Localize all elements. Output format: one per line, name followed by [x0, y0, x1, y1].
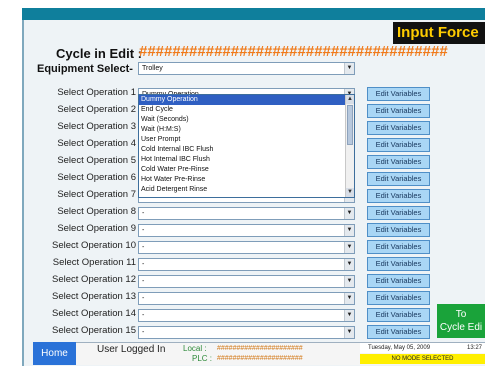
operation-5-label: Select Operation 5	[57, 155, 136, 166]
dropdown-option[interactable]: Wait (H:M:S)	[139, 125, 346, 135]
edit-variables-button-13[interactable]: Edit Variables	[367, 291, 430, 305]
operation-14-select[interactable]: - ▼	[138, 309, 355, 322]
dropdown-scrollbar[interactable]: ▲ ▼	[345, 95, 354, 197]
edit-variables-button-5[interactable]: Edit Variables	[367, 155, 430, 169]
operation-12-value: -	[142, 278, 145, 285]
edit-variables-button-1[interactable]: Edit Variables	[367, 87, 430, 101]
to-cycle-edit-line2: Cycle Edi	[439, 322, 483, 333]
to-cycle-edit-button[interactable]: To Cycle Edi	[437, 304, 485, 338]
equipment-select-value: Trolley	[142, 65, 163, 72]
dropdown-option[interactable]: Wait (Seconds)	[139, 115, 346, 125]
local-value: ######################	[217, 345, 303, 352]
edit-variables-button-10[interactable]: Edit Variables	[367, 240, 430, 254]
edit-variables-button-6[interactable]: Edit Variables	[367, 172, 430, 186]
operation-9-value: -	[142, 227, 145, 234]
dropdown-option[interactable]: User Prompt	[139, 135, 346, 145]
chevron-down-icon[interactable]: ▼	[344, 242, 354, 253]
local-label: Local :	[183, 344, 207, 353]
home-button[interactable]: Home	[33, 342, 76, 365]
chevron-down-icon[interactable]: ▼	[344, 276, 354, 287]
scroll-thumb[interactable]	[347, 105, 353, 145]
edit-variables-button-4[interactable]: Edit Variables	[367, 138, 430, 152]
operation-11-value: -	[142, 261, 145, 268]
chevron-down-icon[interactable]: ▼	[344, 225, 354, 236]
operation-15-select[interactable]: - ▼	[138, 326, 355, 339]
chevron-down-icon[interactable]: ▼	[344, 63, 354, 74]
date-time-display: Tuesday, May 05, 2009 13:27	[360, 343, 485, 353]
operation-15-label: Select Operation 15	[52, 325, 136, 336]
equipment-select-label: Equipment Select-	[37, 63, 133, 75]
dropdown-option[interactable]: Cold Internal IBC Flush	[139, 145, 346, 155]
operation-1-label: Select Operation 1	[57, 87, 136, 98]
operation-3-label: Select Operation 3	[57, 121, 136, 132]
operation-10-value: -	[142, 244, 145, 251]
operation-14-value: -	[142, 312, 145, 319]
chevron-down-icon[interactable]: ▼	[344, 293, 354, 304]
edit-variables-button-9[interactable]: Edit Variables	[367, 223, 430, 237]
dropdown-option[interactable]: Cold Water Pre-Rinse	[139, 165, 346, 175]
edit-variables-button-7[interactable]: Edit Variables	[367, 189, 430, 203]
operation-12-select[interactable]: - ▼	[138, 275, 355, 288]
edit-variables-button-12[interactable]: Edit Variables	[367, 274, 430, 288]
operation-15-value: -	[142, 329, 145, 336]
edit-variables-button-3[interactable]: Edit Variables	[367, 121, 430, 135]
operation-7-label: Select Operation 7	[57, 189, 136, 200]
operation-6-label: Select Operation 6	[57, 172, 136, 183]
plc-label: PLC :	[192, 354, 213, 363]
chevron-down-icon[interactable]: ▼	[344, 259, 354, 270]
operation-12-label: Select Operation 12	[52, 274, 136, 285]
operation-11-select[interactable]: - ▼	[138, 258, 355, 271]
operation-8-label: Select Operation 8	[57, 206, 136, 217]
dropdown-option[interactable]: Dummy Operation	[139, 95, 346, 105]
operation-4-label: Select Operation 4	[57, 138, 136, 149]
operation-13-select[interactable]: - ▼	[138, 292, 355, 305]
edit-variables-button-2[interactable]: Edit Variables	[367, 104, 430, 118]
edit-variables-button-14[interactable]: Edit Variables	[367, 308, 430, 322]
dropdown-option[interactable]: Hot Water Pre-Rinse	[139, 175, 346, 185]
equipment-select[interactable]: Trolley ▼	[138, 62, 355, 75]
operation-10-label: Select Operation 10	[52, 240, 136, 251]
edit-variables-button-11[interactable]: Edit Variables	[367, 257, 430, 271]
top-bar	[22, 8, 485, 20]
operation-13-label: Select Operation 13	[52, 291, 136, 302]
dropdown-option[interactable]: Acid Detergent Rinse	[139, 185, 346, 195]
chevron-down-icon[interactable]: ▼	[344, 327, 354, 338]
cycle-in-edit-label: Cycle in Edit :	[56, 46, 142, 61]
operation-9-select[interactable]: - ▼	[138, 224, 355, 237]
edit-variables-button-8[interactable]: Edit Variables	[367, 206, 430, 220]
chevron-down-icon[interactable]: ▼	[344, 310, 354, 321]
operation-2-label: Select Operation 2	[57, 104, 136, 115]
operation-10-select[interactable]: - ▼	[138, 241, 355, 254]
arrow-down-icon[interactable]: ▼	[346, 188, 354, 197]
operation-13-value: -	[142, 295, 145, 302]
chevron-down-icon[interactable]: ▼	[344, 208, 354, 219]
arrow-up-icon[interactable]: ▲	[346, 95, 354, 104]
operation-11-label: Select Operation 11	[52, 257, 136, 268]
time-text: 13:27	[466, 345, 482, 351]
date-text: Tuesday, May 05, 2009	[368, 345, 431, 351]
cycle-in-edit-value: #####################################	[139, 43, 448, 60]
operation-8-value: -	[142, 210, 145, 217]
to-cycle-edit-line1: To	[455, 309, 467, 320]
mode-status-badge: NO MODE SELECTED	[360, 354, 485, 364]
operation-1-dropdown-list[interactable]: Dummy Operation End Cycle Wait (Seconds) Wa…	[138, 94, 355, 198]
plc-value: ######################	[217, 355, 303, 362]
operation-9-label: Select Operation 9	[57, 223, 136, 234]
user-logged-in-label: User Logged In	[97, 344, 166, 355]
dropdown-option[interactable]: End Cycle	[139, 105, 346, 115]
page-title: Input Force	[393, 22, 485, 44]
operation-14-label: Select Operation 14	[52, 308, 136, 319]
edit-variables-button-15[interactable]: Edit Variables	[367, 325, 430, 339]
dropdown-option[interactable]: Hot Internal IBC Flush	[139, 155, 346, 165]
operation-8-select[interactable]: - ▼	[138, 207, 355, 220]
